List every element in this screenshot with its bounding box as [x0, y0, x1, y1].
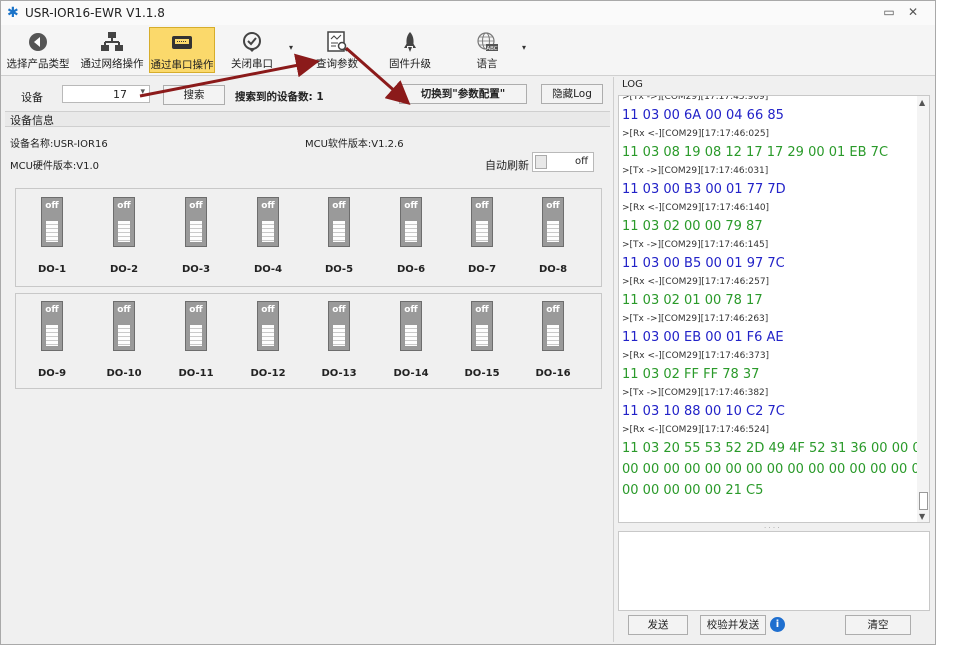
- annotation-arrow-to-query: [139, 53, 320, 98]
- annotation-arrows: [139, 46, 411, 105]
- annotation-arrow-to-switch: [345, 46, 411, 105]
